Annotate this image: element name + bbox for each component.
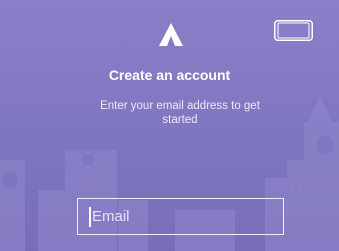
- page-title: Create an account: [108, 67, 231, 83]
- device-landscape-icon[interactable]: [274, 20, 313, 41]
- triangle-logo-icon: [159, 23, 183, 46]
- email-field[interactable]: [77, 198, 284, 235]
- text-cursor: [89, 207, 91, 227]
- page-subtitle: Enter your email address to get started: [100, 100, 260, 126]
- signup-screen: Create an account Enter your email addre…: [0, 0, 339, 251]
